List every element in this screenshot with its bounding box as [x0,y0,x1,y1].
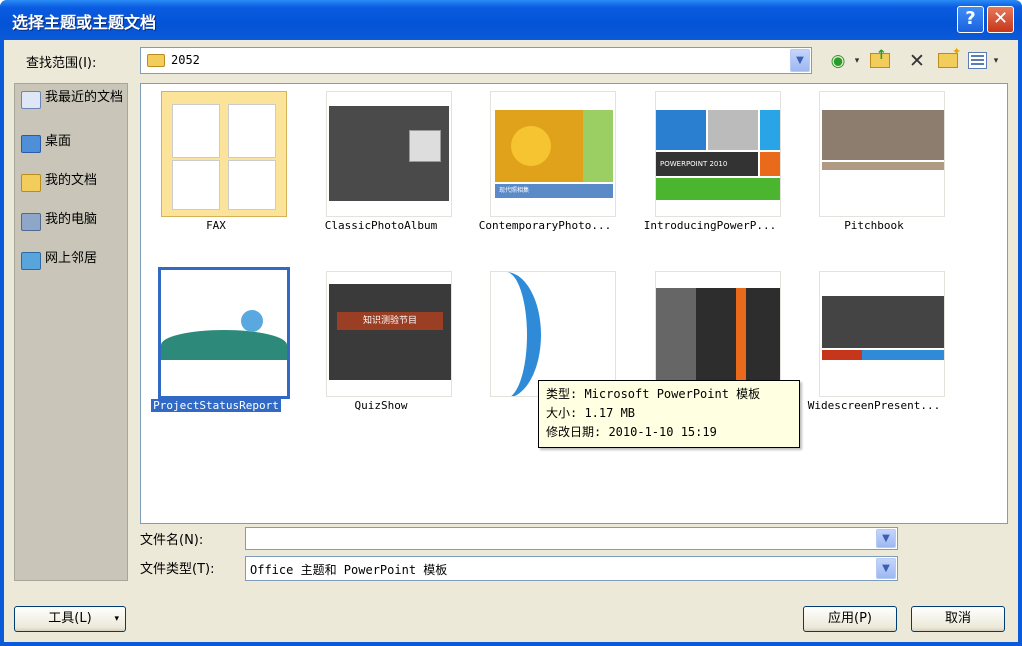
template-thumbnail [490,271,616,397]
template-thumbnail [819,271,945,397]
file-label: ClassicPhotoAlbum [324,219,438,232]
network-icon [21,252,41,270]
tooltip-type: 类型: Microsoft PowerPoint 模板 [546,387,761,401]
file-label: WidescreenPresent... [807,399,941,412]
place-label: 我最近的文档 [45,90,124,105]
look-in-combo[interactable]: 2052 ▼ [140,47,812,74]
back-icon[interactable]: ◉ [828,50,848,72]
folder-thumbnail-icon [161,91,287,217]
close-button[interactable]: ✕ [987,6,1014,33]
recent-documents-icon [21,91,41,109]
file-item[interactable]: 知识测验节目 QuizShow [306,264,456,424]
place-my-documents[interactable]: 我的文档 [19,171,127,205]
template-thumbnail: 现代照相集 [490,91,616,217]
file-name-input[interactable]: ▼ [245,527,898,550]
place-label: 桌面 [45,134,72,149]
file-item[interactable]: WidescreenPresent... [799,264,949,424]
file-item[interactable]: FAX [141,84,291,244]
places-bar: 我最近的文档 桌面 我的文档 我的电脑 网上邻居 [14,83,128,581]
place-recent[interactable]: 我最近的文档 [19,88,127,122]
folder-icon [147,54,165,67]
chevron-down-icon[interactable]: ▼ [876,529,896,548]
dropdown-arrow-icon: ▾ [114,614,119,624]
file-item[interactable]: ClassicPhotoAlbum [306,84,456,244]
file-label: Pitchbook [844,219,904,232]
template-thumbnail: 知识测验节目 [326,271,452,397]
file-info-tooltip: 类型: Microsoft PowerPoint 模板 大小: 1.17 MB … [538,380,800,448]
file-item[interactable]: 现代照相集 ContemporaryPhoto... [470,84,620,244]
help-button[interactable]: ? [957,6,984,33]
file-type-label: 文件类型(T): [140,562,215,577]
apply-button[interactable]: 应用(P) [803,606,897,632]
new-star-icon: ✦ [952,45,962,58]
file-label: IntroducingPowerP... [643,219,777,232]
tooltip-modified: 修改日期: 2010-1-10 15:19 [546,425,717,439]
back-dropdown-icon[interactable]: ▾ [852,50,862,72]
chevron-down-icon[interactable]: ▼ [790,49,810,72]
my-computer-icon [21,213,41,231]
tooltip-size: 大小: 1.17 MB [546,406,636,420]
my-documents-icon [21,174,41,192]
chevron-down-icon[interactable]: ▼ [876,558,896,579]
tools-button-label: 工具(L) [48,611,92,626]
window-title: 选择主题或主题文档 [12,13,157,32]
up-arrow-icon: ↑ [876,48,887,63]
place-label: 我的电脑 [45,212,98,227]
tools-button[interactable]: 工具(L) ▾ [14,606,126,632]
look-in-label: 查找范围(I): [26,56,97,71]
file-type-value: Office 主题和 PowerPoint 模板 [250,563,448,577]
file-name-label: 文件名(N): [140,533,204,548]
file-label: FAX [206,219,226,232]
file-label: ContemporaryPhoto... [478,219,612,232]
file-item[interactable]: Pitchbook [799,84,949,244]
views-dropdown-icon[interactable]: ▾ [991,50,1001,72]
look-in-value: 2052 [171,53,200,67]
file-label: ProjectStatusReport [151,399,281,412]
template-thumbnail [326,91,452,217]
desktop-icon [21,135,41,153]
place-label: 网上邻居 [45,251,98,266]
template-thumbnail: POWERPOINT 2010 [655,91,781,217]
title-bar[interactable]: 选择主题或主题文档 ? ✕ [0,0,1022,40]
file-item-selected[interactable]: ProjectStatusReport [141,264,291,424]
file-label: QuizShow [354,399,408,412]
file-type-select[interactable]: Office 主题和 PowerPoint 模板 ▼ [245,556,898,581]
file-item[interactable]: POWERPOINT 2010 IntroducingPowerP... [635,84,785,244]
file-list[interactable]: FAX ClassicPhotoAlbum 现代照相集 Contemporary… [140,83,1008,524]
place-network[interactable]: 网上邻居 [19,249,127,283]
views-icon[interactable] [968,52,987,69]
delete-icon[interactable]: ✕ [906,50,928,72]
place-label: 我的文档 [45,173,98,188]
cancel-button[interactable]: 取消 [911,606,1005,632]
template-thumbnail [158,267,290,399]
place-desktop[interactable]: 桌面 [19,132,127,166]
template-thumbnail [655,271,781,397]
template-thumbnail [819,91,945,217]
place-my-computer[interactable]: 我的电脑 [19,210,127,244]
